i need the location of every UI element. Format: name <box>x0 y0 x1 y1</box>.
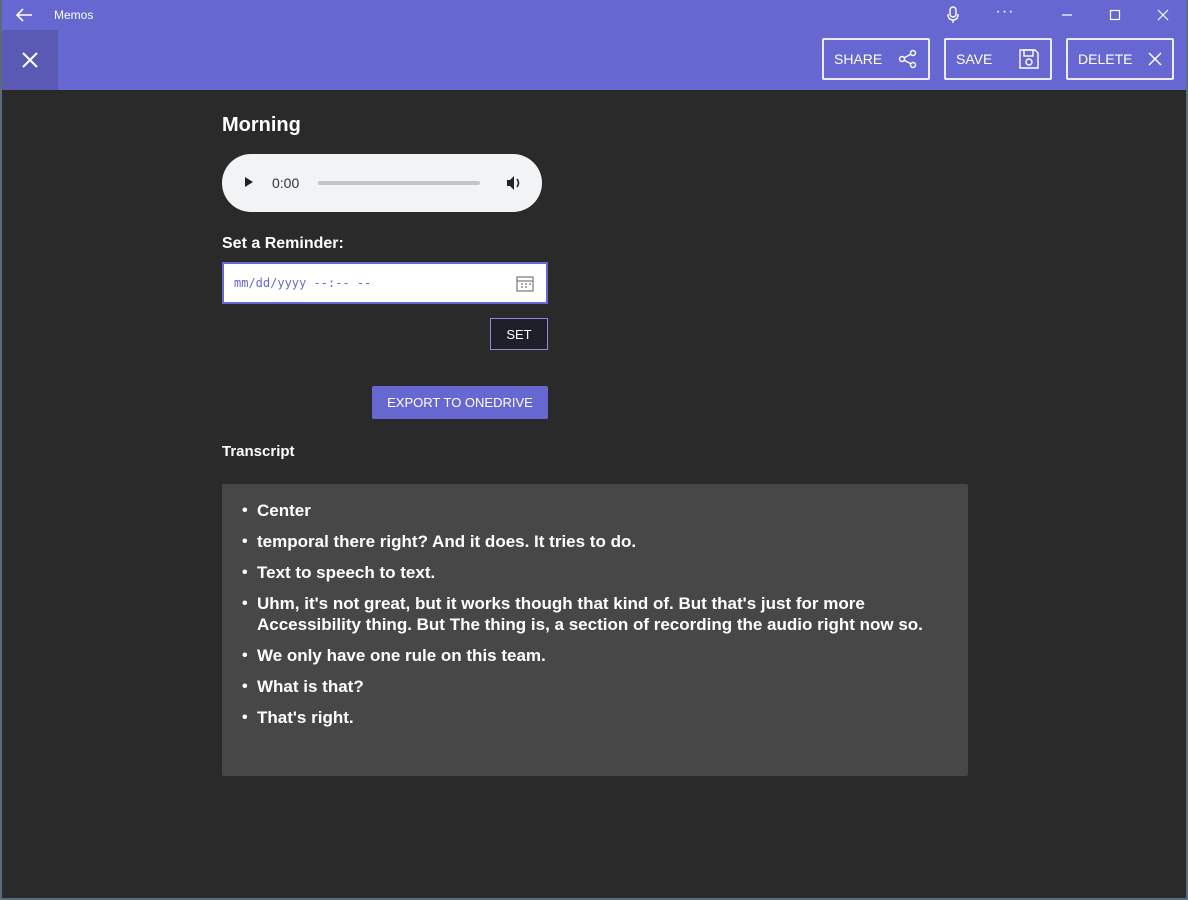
calendar-icon <box>516 276 534 292</box>
transcript-item: We only have one rule on this team. <box>242 645 946 666</box>
transcript-item: What is that? <box>242 676 946 697</box>
back-button[interactable] <box>10 4 38 26</box>
reminder-datetime-input[interactable]: mm/dd/yyyy --:-- -- <box>222 262 548 304</box>
memo-title: Morning <box>222 114 301 136</box>
transcript-item: temporal there right? And it does. It tr… <box>242 531 946 552</box>
minimize-icon <box>1062 14 1072 16</box>
title-bar: Memos ··· <box>0 0 1188 30</box>
more-button[interactable]: ··· <box>990 3 1020 25</box>
share-label: SHARE <box>834 51 883 67</box>
save-button[interactable]: SAVE <box>944 38 1052 80</box>
audio-player: 0:00 <box>222 154 542 212</box>
close-icon <box>1157 9 1169 21</box>
share-icon <box>898 49 917 69</box>
minimize-button[interactable] <box>1044 0 1090 30</box>
calendar-button[interactable] <box>516 275 534 297</box>
transcript-label: Transcript <box>222 443 295 460</box>
transcript-item: Center <box>242 500 946 521</box>
transcript-panel: Center temporal there right? And it does… <box>222 484 968 776</box>
audio-time: 0:00 <box>272 175 300 191</box>
transcript-item: That's right. <box>242 707 946 728</box>
play-icon <box>245 177 253 187</box>
volume-button[interactable] <box>504 173 524 198</box>
transcript-item: Uhm, it's not great, but it works though… <box>242 593 946 635</box>
export-onedrive-button[interactable]: EXPORT TO ONEDRIVE <box>372 386 548 419</box>
transcript-list: Center temporal there right? And it does… <box>242 500 946 728</box>
transcript-item: Text to speech to text. <box>242 562 946 583</box>
microphone-icon <box>947 6 959 23</box>
set-reminder-button[interactable]: SET <box>490 318 548 350</box>
command-bar: SHARE SAVE DELETE <box>0 30 1188 90</box>
app-title: Memos <box>54 8 94 22</box>
maximize-icon <box>1109 9 1121 21</box>
reminder-label: Set a Reminder: <box>222 235 344 252</box>
play-button[interactable] <box>242 174 256 195</box>
reminder-placeholder: mm/dd/yyyy --:-- -- <box>234 276 372 290</box>
delete-label: DELETE <box>1078 51 1133 67</box>
audio-seek-slider[interactable] <box>318 181 480 185</box>
share-button[interactable]: SHARE <box>822 38 930 80</box>
save-label: SAVE <box>956 51 993 67</box>
close-icon <box>1148 52 1162 66</box>
delete-button[interactable]: DELETE <box>1066 38 1174 80</box>
arrow-left-icon <box>15 8 32 22</box>
microphone-button[interactable] <box>940 4 966 26</box>
close-memo-button[interactable] <box>2 30 58 90</box>
maximize-button[interactable] <box>1092 0 1138 30</box>
window-close-button[interactable] <box>1140 0 1186 30</box>
save-icon <box>1019 49 1039 69</box>
volume-icon <box>507 176 520 190</box>
close-icon <box>22 52 38 68</box>
